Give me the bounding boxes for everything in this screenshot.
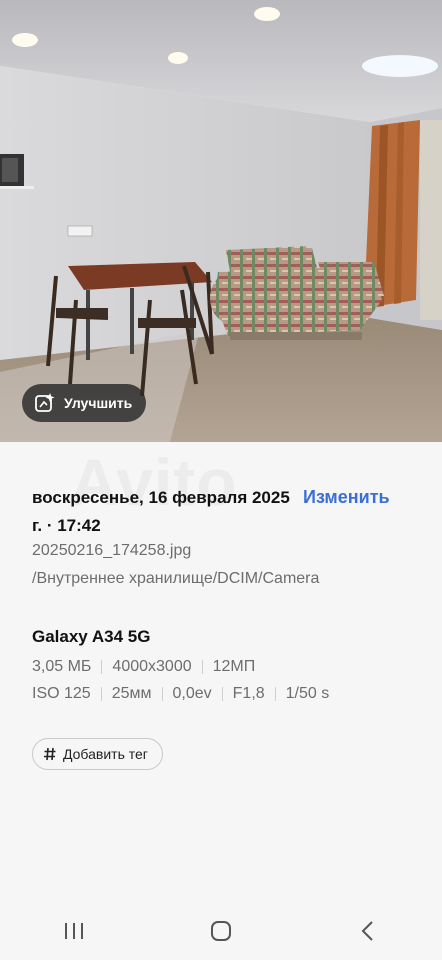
exposure-value: 0,0ev [172,685,212,702]
divider [274,687,276,701]
iso-value: ISO 125 [32,685,91,702]
edit-button[interactable]: Изменить [303,484,390,510]
enhance-label: Улучшить [64,395,133,411]
room-photo [0,0,442,442]
focal-length: 25мм [111,685,152,702]
shutter-speed: 1/50 s [285,685,330,702]
file-name: 20250216_174258.jpg [32,542,192,559]
camera-specs-row: ISO 125 25мм 0,0ev F1,8 1/50 s [32,685,329,703]
divider [100,687,102,701]
divider [221,687,223,701]
enhance-button[interactable]: Улучшить [22,384,147,422]
divider [161,687,163,701]
aperture: F1,8 [232,685,265,702]
add-tag-label: Добавить тег [63,746,148,762]
photo-details-panel: Avito воскресенье, 16 февраля 2025 г. · … [0,442,442,902]
add-tag-button[interactable]: Добавить тег [32,738,163,770]
file-size: 3,05 МБ [32,658,92,675]
megapixels: 12МП [212,658,256,675]
sparkle-image-icon [35,393,55,412]
hash-icon [44,747,56,761]
divider [101,660,103,674]
file-path: /Внутреннее хранилище/DCIM/Camera [32,570,320,587]
recents-icon [64,923,83,939]
recents-button[interactable] [44,911,104,951]
home-button[interactable] [191,911,251,951]
device-model: Galaxy A34 5G [32,627,151,646]
system-navigation-bar [0,902,442,960]
photo-date: воскресенье, 16 февраля 2025 г. · 17:42 [32,488,290,535]
divider [201,660,203,674]
resolution: 4000x3000 [112,658,192,675]
back-button[interactable] [338,911,398,951]
file-specs-row: 3,05 МБ 4000x3000 12МП [32,658,255,676]
back-icon [361,921,374,941]
home-icon [210,921,231,941]
photo-preview[interactable]: Улучшить [0,0,442,442]
